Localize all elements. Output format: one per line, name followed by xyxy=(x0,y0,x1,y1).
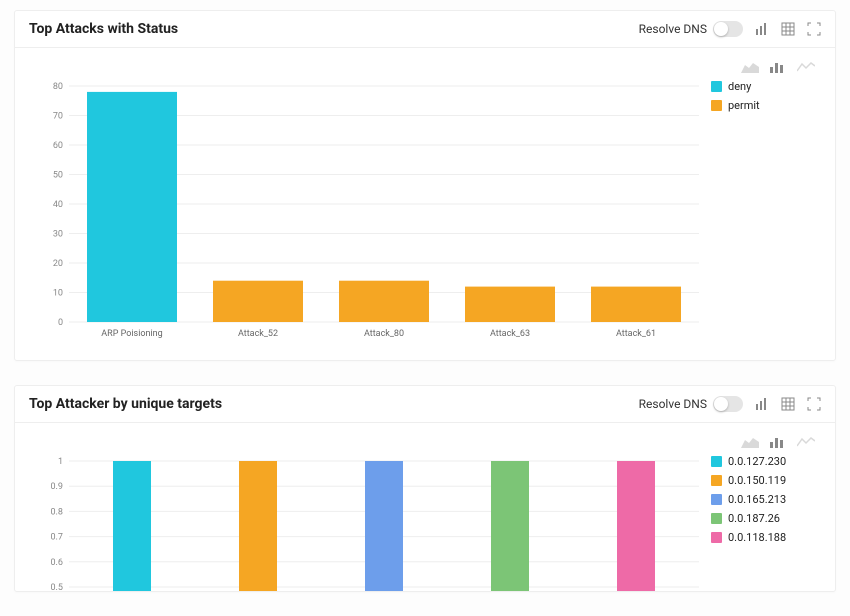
svg-text:60: 60 xyxy=(53,141,63,151)
svg-text:1: 1 xyxy=(58,457,63,467)
legend-swatch xyxy=(711,513,722,524)
svg-text:30: 30 xyxy=(53,230,63,240)
legend-item[interactable]: 0.0.150.119 xyxy=(711,474,821,487)
svg-text:ARP Poisioning: ARP Poisioning xyxy=(101,329,162,339)
legend-label: permit xyxy=(728,99,760,112)
expand-icon[interactable] xyxy=(807,397,821,411)
resolve-dns-label: Resolve DNS xyxy=(639,22,707,36)
chart-top-attacks: 0 10 20 30 40 50 60 70 80 ARP Poisioning Attack_52… xyxy=(29,76,711,350)
legend-swatch xyxy=(711,100,722,111)
panel-body: 0 10 20 30 40 50 60 70 80 ARP Poisioning Attack_52… xyxy=(15,48,835,360)
panel-tools: Resolve DNS xyxy=(639,396,821,412)
legend-label: 0.0.127.230 xyxy=(728,455,786,468)
legend-label: 0.0.150.119 xyxy=(728,474,786,487)
resolve-dns-label: Resolve DNS xyxy=(639,397,707,411)
bars-view-icon[interactable] xyxy=(755,397,769,411)
bar[interactable] xyxy=(87,92,177,322)
area-chart-icon[interactable] xyxy=(741,58,759,70)
chart-type-switcher xyxy=(29,431,821,451)
svg-text:Attack_61: Attack_61 xyxy=(616,329,656,339)
legend-item[interactable]: 0.0.165.213 xyxy=(711,493,821,506)
panel-title: Top Attacker by unique targets xyxy=(29,396,222,412)
line-chart-icon[interactable] xyxy=(797,58,815,70)
svg-text:70: 70 xyxy=(53,112,63,122)
bar[interactable] xyxy=(591,287,681,322)
legend-swatch xyxy=(711,475,722,486)
svg-text:Attack_80: Attack_80 xyxy=(364,329,404,339)
legend-swatch xyxy=(711,456,722,467)
resolve-dns-toggle-wrap: Resolve DNS xyxy=(639,396,743,412)
legend-item[interactable]: 0.0.118.188 xyxy=(711,531,821,544)
resolve-dns-toggle-wrap: Resolve DNS xyxy=(639,21,743,37)
panel-top-attacks: Top Attacks with Status Resolve DNS xyxy=(14,10,836,361)
panel-tools: Resolve DNS xyxy=(639,21,821,37)
bar[interactable] xyxy=(491,461,529,591)
svg-text:0.7: 0.7 xyxy=(51,533,64,543)
panel-top-attackers: Top Attacker by unique targets Resolve D… xyxy=(14,385,836,592)
bar[interactable] xyxy=(465,287,555,322)
bars-view-icon[interactable] xyxy=(755,22,769,36)
bar[interactable] xyxy=(239,461,277,591)
svg-text:0.9: 0.9 xyxy=(51,482,64,492)
chart-legend: 0.0.127.230 0.0.150.119 0.0.165.213 0.0.187… xyxy=(711,451,821,591)
chart-svg: 0.5 0.6 0.7 0.8 0.9 1 xyxy=(29,451,709,591)
area-chart-icon[interactable] xyxy=(741,433,759,445)
legend-swatch xyxy=(711,494,722,505)
chart-type-switcher xyxy=(29,56,821,76)
bar[interactable] xyxy=(213,281,303,322)
svg-text:0.6: 0.6 xyxy=(51,558,64,568)
chart-top-attackers: 0.5 0.6 0.7 0.8 0.9 1 xyxy=(29,451,711,591)
bar-chart-icon[interactable] xyxy=(769,433,787,445)
legend-swatch xyxy=(711,532,722,543)
svg-text:Attack_52: Attack_52 xyxy=(238,329,278,339)
svg-text:Attack_63: Attack_63 xyxy=(490,329,530,339)
svg-text:80: 80 xyxy=(53,82,63,92)
bar-chart-icon[interactable] xyxy=(769,58,787,70)
bar[interactable] xyxy=(365,461,403,591)
legend-label: 0.0.118.188 xyxy=(728,531,786,544)
legend-item[interactable]: 0.0.187.26 xyxy=(711,512,821,525)
legend-item[interactable]: 0.0.127.230 xyxy=(711,455,821,468)
line-chart-icon[interactable] xyxy=(797,433,815,445)
resolve-dns-toggle[interactable] xyxy=(713,21,743,37)
table-view-icon[interactable] xyxy=(781,22,795,36)
svg-text:50: 50 xyxy=(53,171,63,181)
legend-item[interactable]: deny xyxy=(711,80,821,93)
bar[interactable] xyxy=(113,461,151,591)
svg-text:0.5: 0.5 xyxy=(51,583,64,591)
expand-icon[interactable] xyxy=(807,22,821,36)
legend-label: 0.0.187.26 xyxy=(728,512,780,525)
table-view-icon[interactable] xyxy=(781,397,795,411)
legend-item[interactable]: permit xyxy=(711,99,821,112)
svg-text:40: 40 xyxy=(53,200,63,210)
legend-swatch xyxy=(711,81,722,92)
panel-title: Top Attacks with Status xyxy=(29,21,178,37)
panel-header: Top Attacks with Status Resolve DNS xyxy=(15,11,835,48)
svg-text:0: 0 xyxy=(58,318,63,328)
resolve-dns-toggle[interactable] xyxy=(713,396,743,412)
svg-text:10: 10 xyxy=(53,289,63,299)
bar[interactable] xyxy=(617,461,655,591)
panel-header: Top Attacker by unique targets Resolve D… xyxy=(15,386,835,423)
legend-label: 0.0.165.213 xyxy=(728,493,786,506)
svg-text:20: 20 xyxy=(53,259,63,269)
svg-text:0.8: 0.8 xyxy=(51,507,64,517)
chart-svg: 0 10 20 30 40 50 60 70 80 ARP Poisioning Attack_52… xyxy=(29,76,709,346)
legend-label: deny xyxy=(728,80,751,93)
panel-body: 0.50.60.70.80.91 0.0.127.2300.0.150.1190… xyxy=(15,423,835,591)
bar[interactable] xyxy=(339,281,429,322)
chart-legend: deny permit xyxy=(711,76,821,350)
